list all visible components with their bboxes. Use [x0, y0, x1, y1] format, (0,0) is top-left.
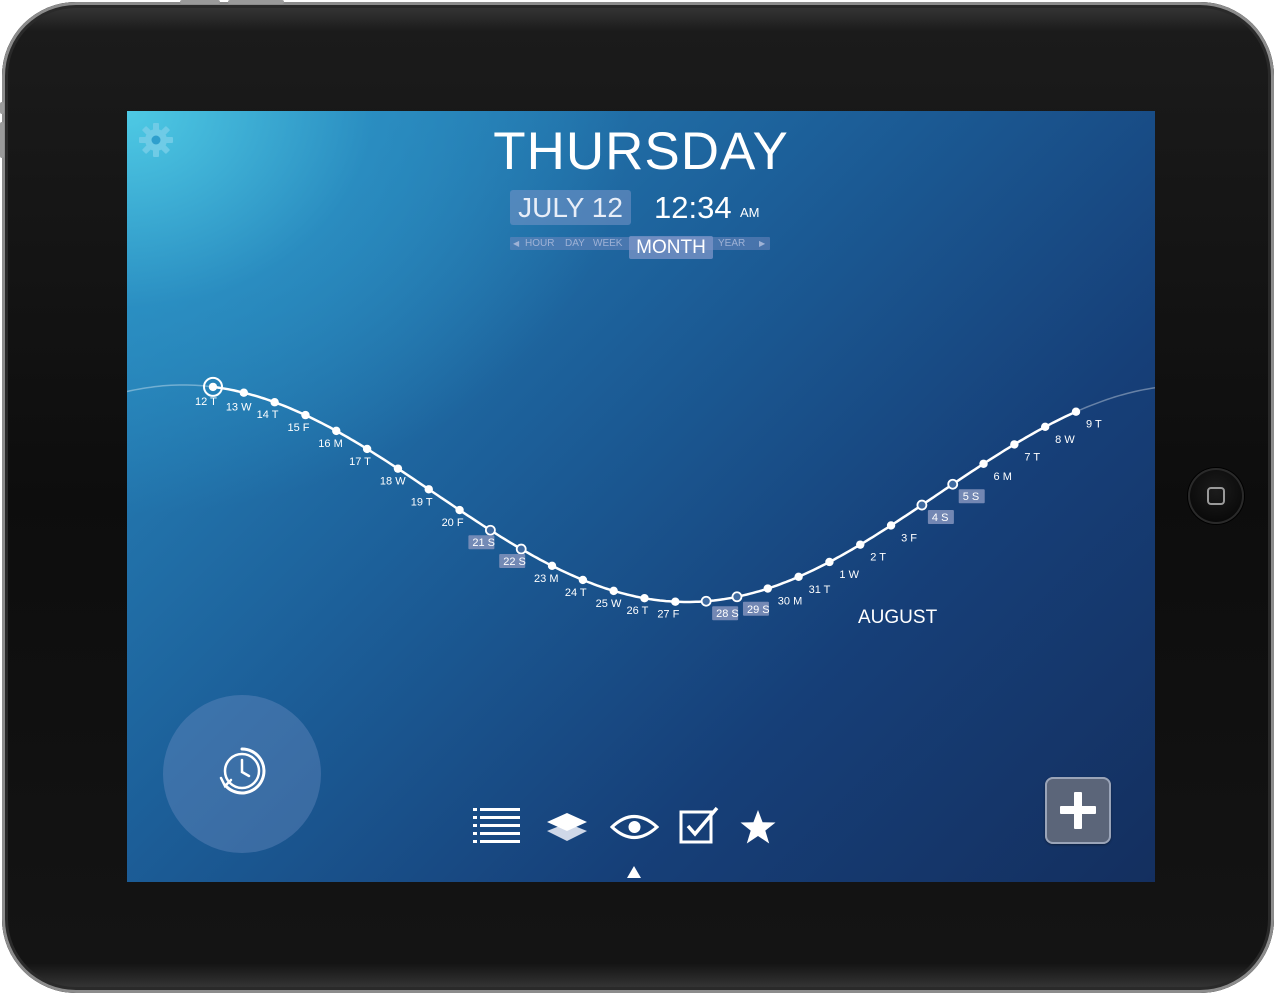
day-dot-13-w[interactable] [239, 388, 249, 397]
day-dot-20-f[interactable] [455, 505, 464, 515]
side-volume [0, 122, 4, 158]
day-label-19-t: 19 T [411, 496, 433, 508]
day-label-21-s: 21 S [472, 537, 495, 549]
day-label-16-m: 16 M [318, 438, 342, 450]
day-label-15-f: 15 F [287, 422, 309, 434]
day-dot-14-t[interactable] [270, 398, 279, 407]
day-dot-5-s[interactable] [947, 478, 959, 490]
app-screen: THURSDAY JULY 12 12:34 AM ◀ HOUR DAY WEE… [127, 111, 1155, 882]
day-dot-23-m[interactable] [547, 561, 557, 571]
day-label-4-s: 4 S [932, 512, 949, 524]
day-dot-30-m[interactable] [763, 584, 772, 593]
day-label-5-s: 5 S [963, 491, 980, 503]
day-label-20-f: 20 F [442, 517, 464, 529]
day-dot-2-t[interactable] [856, 540, 865, 549]
clock-icon [219, 747, 266, 795]
top-button-right [228, 0, 284, 4]
day-dot-28-s[interactable] [700, 595, 712, 607]
day-dot-29-s[interactable] [731, 591, 743, 603]
list-icon[interactable] [473, 806, 521, 844]
day-dot-4-s[interactable] [916, 499, 928, 511]
day-dot-8-w[interactable] [1040, 422, 1050, 432]
day-dot-17-t[interactable] [362, 444, 372, 454]
day-label-6-m: 6 M [994, 471, 1012, 483]
day-dot-3-f[interactable] [886, 521, 896, 530]
day-dot-7-t[interactable] [1010, 440, 1019, 449]
eye-icon[interactable] [610, 812, 659, 842]
day-label-23-m: 23 M [534, 573, 558, 585]
day-label-13-w: 13 W [226, 402, 252, 414]
selected-caret-icon [627, 866, 641, 878]
day-label-14-t: 14 T [257, 409, 279, 421]
home-square-icon [1207, 487, 1225, 505]
checkbox-icon[interactable] [679, 806, 721, 844]
day-dot-18-w[interactable] [393, 464, 403, 473]
day-dot-9-t[interactable] [1071, 407, 1081, 416]
day-dot-6-m[interactable] [979, 459, 988, 468]
day-label-9-t: 9 T [1086, 419, 1102, 431]
day-dot-21-s[interactable] [484, 524, 496, 536]
day-label-12-t: 12 T [195, 396, 217, 408]
day-label-2-t: 2 T [870, 552, 886, 564]
day-label-25-w: 25 W [596, 598, 622, 610]
add-event-button[interactable] [1045, 777, 1111, 844]
day-label-3-f: 3 F [901, 532, 917, 544]
day-dot-12-t[interactable] [208, 382, 218, 392]
day-dot-15-f[interactable] [301, 410, 310, 420]
day-label-29-s: 29 S [747, 604, 770, 616]
day-dot-16-m[interactable] [332, 426, 341, 436]
day-label-1-w: 1 W [839, 569, 859, 581]
day-dot-25-w[interactable] [609, 586, 618, 596]
top-button-left [180, 0, 220, 4]
day-label-17-t: 17 T [349, 456, 371, 468]
day-label-31-t: 31 T [809, 584, 831, 596]
star-icon[interactable] [739, 809, 777, 845]
day-dot-26-t[interactable] [640, 594, 649, 603]
day-dot-27-f[interactable] [671, 597, 680, 606]
layers-icon[interactable] [546, 811, 588, 843]
day-dot-31-t[interactable] [794, 572, 803, 581]
day-label-7-t: 7 T [1024, 451, 1040, 463]
day-dot-24-t[interactable] [578, 575, 588, 585]
day-label-30-m: 30 M [778, 596, 802, 608]
day-dot-22-s[interactable] [515, 543, 527, 555]
day-label-18-w: 18 W [380, 476, 406, 488]
day-label-27-f: 27 F [657, 609, 679, 621]
day-label-22-s: 22 S [503, 556, 526, 568]
day-label-28-s: 28 S [716, 608, 739, 620]
timeline-faint-curve [127, 384, 1155, 603]
now-button[interactable] [163, 695, 321, 853]
day-label-24-t: 24 T [565, 587, 587, 599]
day-dot-1-w[interactable] [825, 557, 834, 567]
day-dot-19-t[interactable] [424, 485, 433, 494]
day-label-8-w: 8 W [1055, 434, 1075, 446]
timeline-curve [212, 385, 1077, 604]
home-button[interactable] [1188, 468, 1244, 524]
month-label-august: AUGUST [858, 607, 938, 628]
side-switch [0, 102, 4, 114]
day-label-26-t: 26 T [627, 605, 649, 617]
